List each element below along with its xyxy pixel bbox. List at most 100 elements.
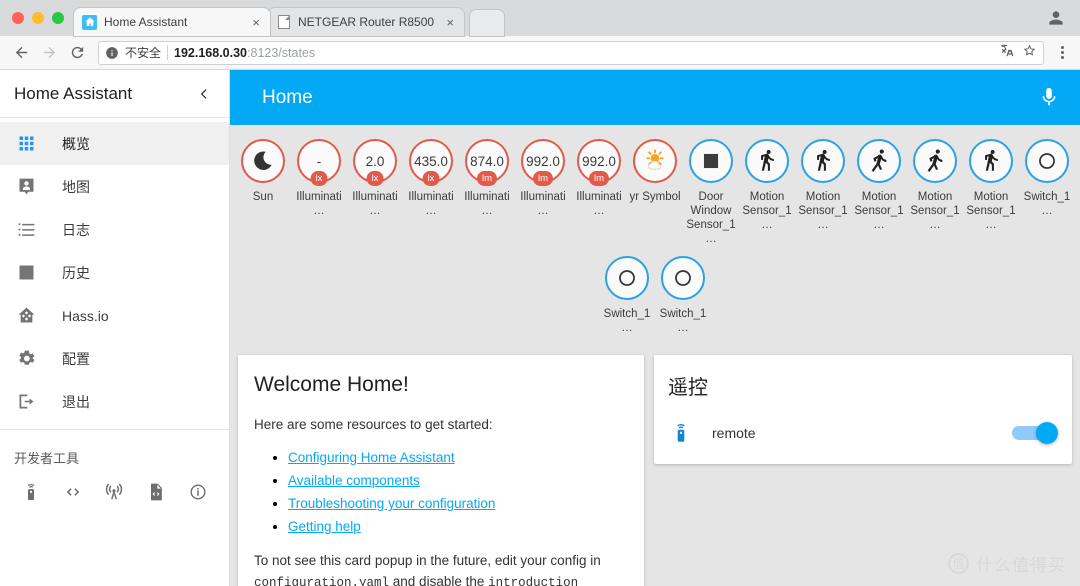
intro-link[interactable]: Troubleshooting your configuration (288, 496, 495, 511)
url-path: :8123/states (247, 45, 316, 60)
entity-badge[interactable]: yr Symbol (627, 139, 683, 246)
badge-value: 992.0 (582, 153, 616, 169)
minimize-window-button[interactable] (32, 12, 44, 24)
badge-value: 435.0 (414, 153, 448, 169)
sidebar-item-map[interactable]: 地图 (0, 165, 229, 208)
close-window-button[interactable] (12, 12, 24, 24)
sidebar-item-history[interactable]: 历史 (0, 251, 229, 294)
sidebar-item-hassio[interactable]: Hass.io (0, 294, 229, 337)
tab-title: Home Assistant (104, 15, 188, 29)
code-brackets-icon[interactable] (60, 479, 86, 505)
badge-value: - (316, 153, 322, 169)
browser-tab-home-assistant[interactable]: Home Assistant × (74, 8, 270, 36)
entity-badge[interactable]: 992.0 lm Illuminati… (515, 139, 571, 246)
entity-badge[interactable]: Motion Sensor_1… (907, 139, 963, 246)
three-dot-menu-icon[interactable] (1052, 46, 1072, 59)
entity-badge[interactable]: Switch_1… (599, 256, 655, 335)
address-bar[interactable]: 不安全 192.168.0.30:8123/states (98, 40, 1044, 65)
toggle-knob (1036, 422, 1058, 444)
run-icon (927, 149, 943, 172)
entity-badge[interactable]: Door Window Sensor_1… (683, 139, 739, 246)
entity-badge[interactable]: Motion Sensor_1… (963, 139, 1019, 246)
entity-badge[interactable]: 874.0 lm Illuminati… (459, 139, 515, 246)
close-icon[interactable]: × (444, 16, 456, 29)
close-icon[interactable]: × (250, 16, 262, 29)
config-filename: configuration.yaml (254, 576, 390, 586)
badge-circle (241, 139, 285, 183)
badge-unit: lm (588, 170, 610, 186)
entity-badge[interactable]: Motion Sensor_1… (851, 139, 907, 246)
back-arrow-icon[interactable] (8, 40, 34, 66)
sidebar-item-logout[interactable]: 退出 (0, 380, 229, 423)
reload-icon[interactable] (64, 40, 90, 66)
chevron-left-icon[interactable] (193, 83, 215, 105)
watermark-logo: 值 (948, 553, 969, 574)
badge-label: Motion Sensor_1… (910, 191, 960, 231)
broadcast-icon[interactable] (101, 479, 127, 505)
remote-toggle[interactable] (1010, 422, 1058, 444)
badge-circle: 435.0 lx (409, 139, 453, 186)
entity-badge[interactable]: 435.0 lx Illuminati… (403, 139, 459, 246)
badge-value: 2.0 (365, 153, 385, 169)
page-body: Home Assistant 概览 地图 日志 历史 Hass.io 配置 退出… (0, 70, 1080, 586)
dashboard-content: Sun - lx Illuminati… 2.0 lx Illuminati… 435.0 lx… (230, 125, 1080, 586)
remote-entity-row[interactable]: remote (668, 422, 1058, 450)
window-traffic-lights (10, 0, 74, 36)
maximize-window-button[interactable] (52, 12, 64, 24)
star-icon[interactable] (1022, 43, 1037, 63)
list-icon (14, 218, 38, 242)
run-icon (871, 149, 887, 172)
sidebar: Home Assistant 概览 地图 日志 历史 Hass.io 配置 退出… (0, 70, 230, 586)
account-badge-icon (14, 175, 38, 199)
sidebar-item-config[interactable]: 配置 (0, 337, 229, 380)
entity-badge[interactable]: 2.0 lx Illuminati… (347, 139, 403, 246)
entity-badge[interactable]: - lx Illuminati… (291, 139, 347, 246)
badge-circle: 2.0 lx (353, 139, 397, 186)
translate-icon[interactable] (999, 43, 1014, 63)
badge-circle (857, 139, 901, 183)
entity-badge[interactable]: Sun (235, 139, 291, 246)
sidebar-item-label: 概览 (62, 135, 90, 152)
entity-badge[interactable]: Switch_1… (1019, 139, 1075, 246)
badge-circle (913, 139, 957, 183)
intro-link[interactable]: Configuring Home Assistant (288, 450, 455, 465)
grid-icon (14, 132, 38, 156)
microphone-icon[interactable] (1038, 86, 1062, 110)
badge-unit: lx (422, 170, 440, 186)
sidebar-item-overview[interactable]: 概览 (0, 122, 229, 165)
remote-card-heading: 遥控 (668, 377, 708, 399)
sidebar-item-logbook[interactable]: 日志 (0, 208, 229, 251)
badge-unit: lm (476, 170, 498, 186)
badge-unit: lx (310, 170, 328, 186)
badge-circle: 992.0 lm (577, 139, 621, 186)
intro-link[interactable]: Available components (288, 473, 420, 488)
sidebar-item-label: Hass.io (62, 307, 109, 324)
intro-link[interactable]: Getting help (288, 519, 361, 534)
security-status-label: 不安全 (125, 46, 162, 60)
badge-circle (801, 139, 845, 183)
new-tab-button[interactable] (470, 10, 504, 36)
sidebar-item-label: 历史 (62, 264, 90, 281)
intro-footer-text-2: and disable the (389, 574, 489, 586)
intro-heading: Welcome Home! (254, 373, 409, 396)
entity-badge[interactable]: Motion Sensor_1… (795, 139, 851, 246)
circle-outline-icon (1039, 153, 1055, 169)
info-icon[interactable] (185, 479, 211, 505)
browser-toolbar: 不安全 192.168.0.30:8123/states (0, 36, 1080, 70)
badge-label: Sun (252, 191, 274, 203)
hassio-icon (14, 304, 38, 328)
profile-avatar-icon[interactable] (1046, 8, 1066, 28)
remote-icon[interactable] (18, 479, 44, 505)
badge-label: Illuminati… (408, 191, 454, 217)
entity-badge[interactable]: Motion Sensor_1… (739, 139, 795, 246)
file-code-icon[interactable] (143, 479, 169, 505)
badge-circle (661, 256, 705, 300)
badge-circle (745, 139, 789, 183)
badge-circle: 874.0 lm (465, 139, 509, 186)
sidebar-item-label: 日志 (62, 221, 90, 238)
browser-tab-netgear-router[interactable]: NETGEAR Router R8500 × (268, 8, 464, 36)
entity-badge[interactable]: Switch_1… (655, 256, 711, 335)
info-circle-icon[interactable] (105, 46, 119, 60)
url-host: 192.168.0.30 (174, 45, 248, 60)
entity-badge[interactable]: 992.0 lm Illuminati… (571, 139, 627, 246)
